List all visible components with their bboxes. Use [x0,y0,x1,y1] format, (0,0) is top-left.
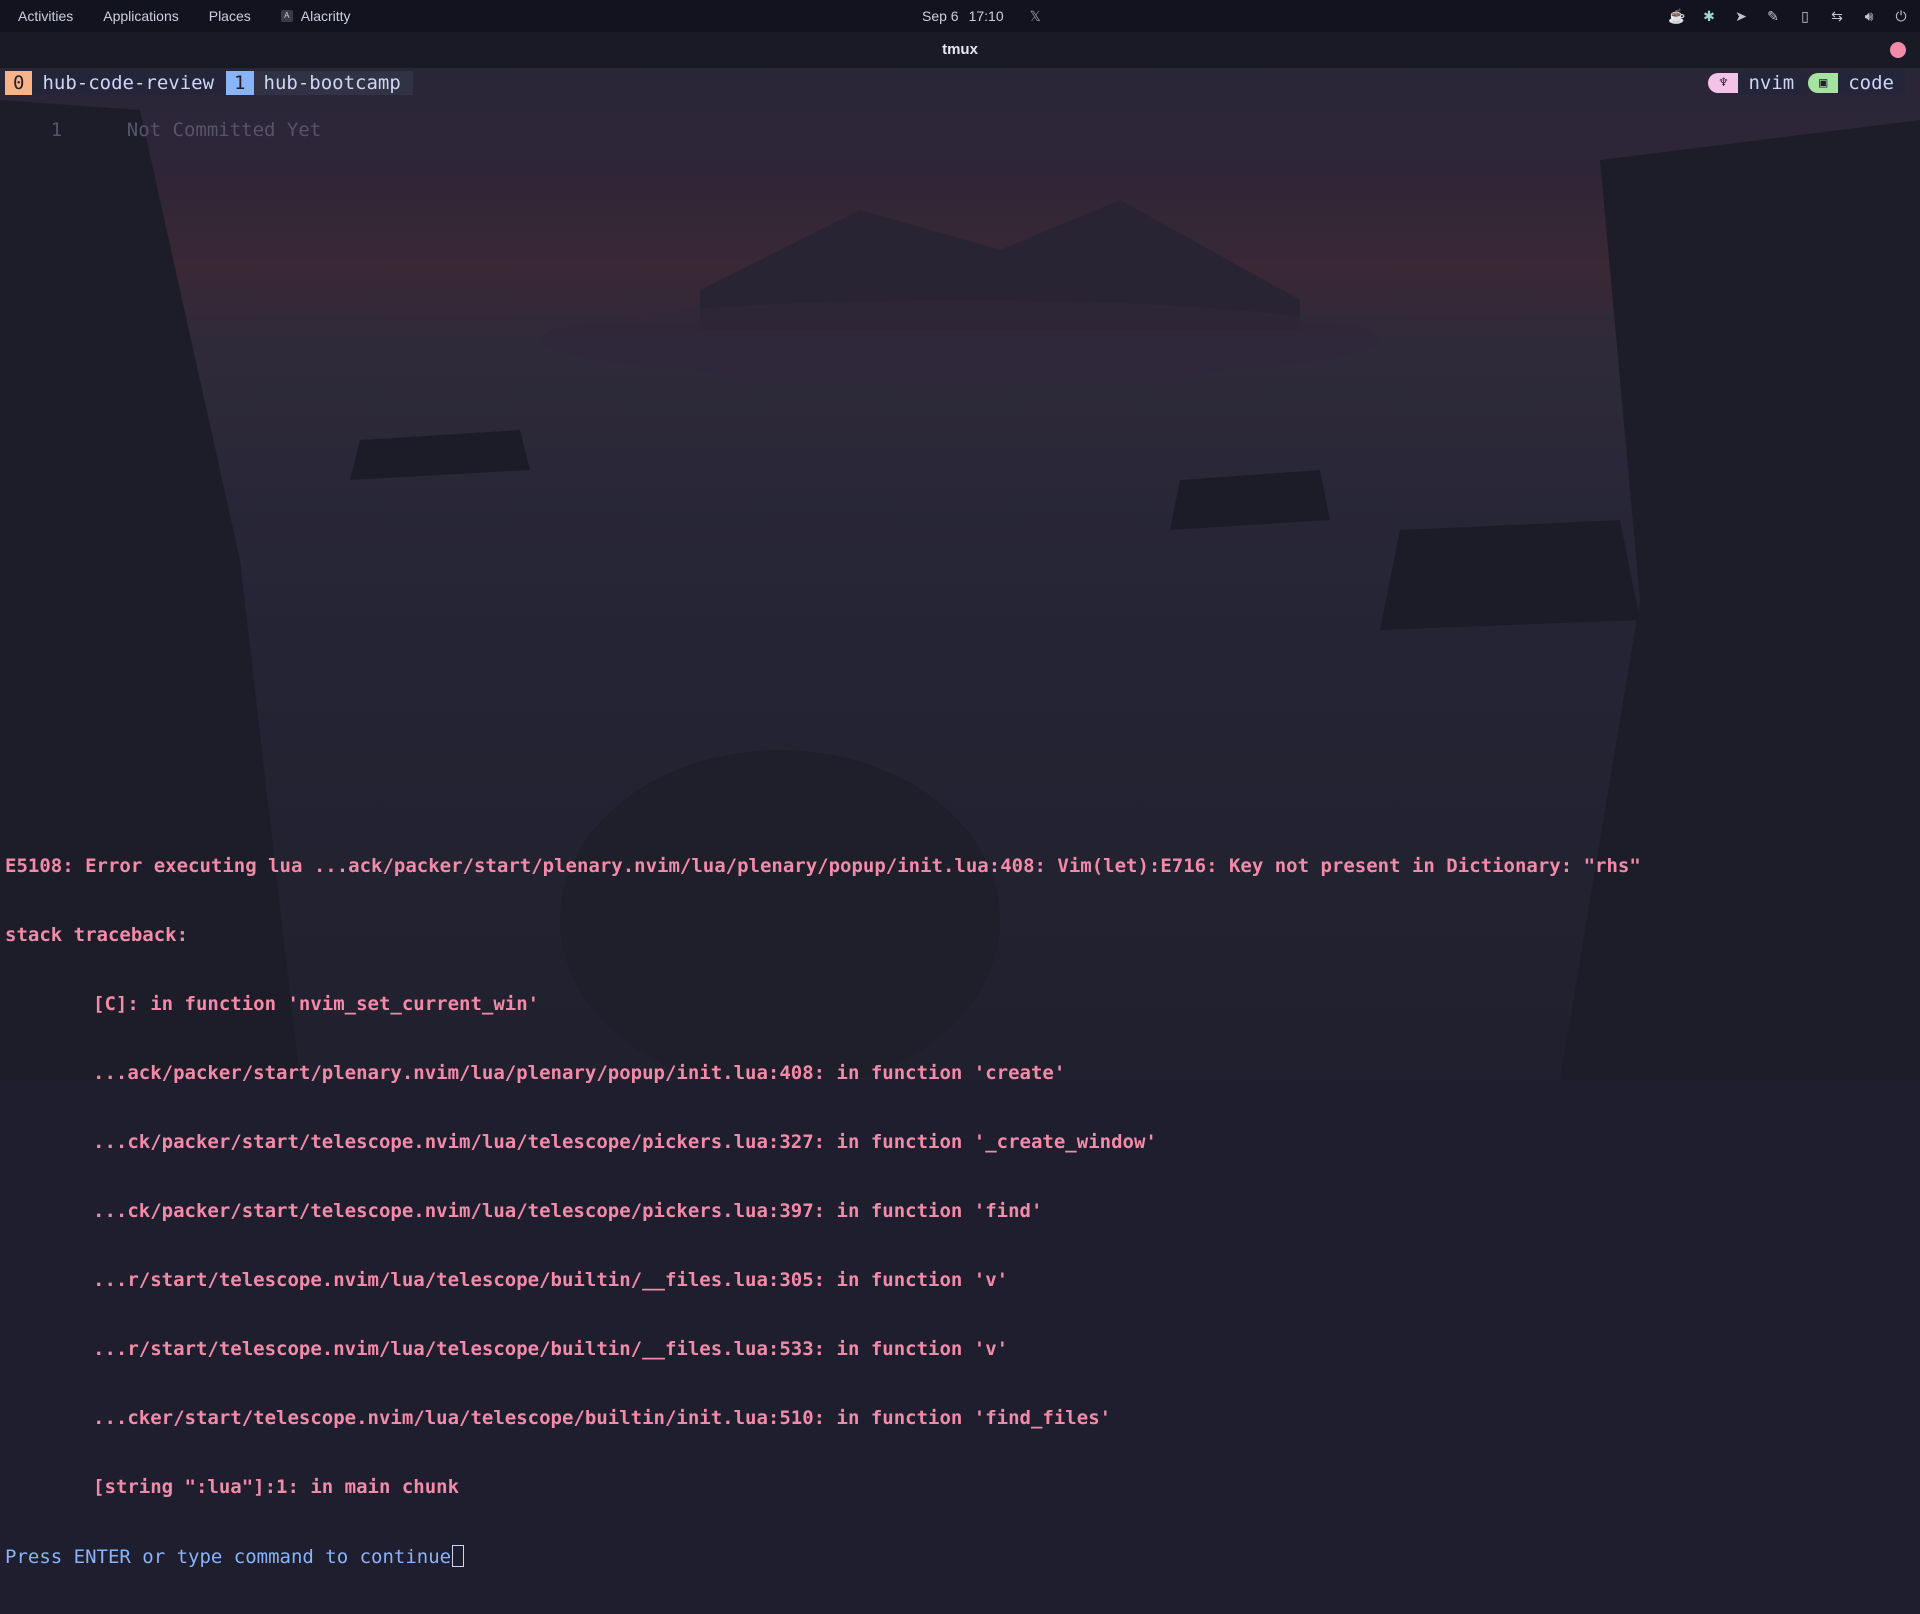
clock-time: 17:10 [968,8,1004,24]
tmux-status-code: code [1838,71,1906,95]
traceback-line: ...ck/packer/start/telescope.nvim/lua/te… [93,1131,1157,1153]
traceback-line: ...cker/start/telescope.nvim/lua/telesco… [93,1407,1112,1429]
terminal-icon: ▣ [1808,73,1839,93]
record-dot-icon[interactable] [1890,42,1906,58]
activities-button[interactable]: Activities [18,8,73,24]
tmux-window-name-0[interactable]: hub-code-review [32,71,227,95]
line-number: 1 [50,119,63,141]
slack-icon[interactable]: ✱ [1700,8,1718,25]
continue-prompt[interactable]: Press ENTER or type command to continue [5,1545,1641,1568]
window-title-bar[interactable]: tmux [0,32,1920,68]
text-cursor [452,1545,465,1567]
traceback-line: [C]: in function 'nvim_set_current_win' [93,993,540,1015]
places-menu[interactable]: Places [209,8,251,24]
x-logo-icon: 𝕏 [1029,7,1041,24]
applications-menu[interactable]: Applications [103,8,179,24]
app-name: Alacritty [300,8,351,24]
tmux-status-nvim: nvim [1738,71,1807,95]
traceback-line: ...ck/packer/start/telescope.nvim/lua/te… [93,1200,1043,1222]
git-blame-text: Not Committed Yet [126,119,322,141]
tmux-window-name-1[interactable]: hub-bootcamp [253,71,413,95]
editor-first-line: 1 Not Committed Yet [5,96,321,165]
nvim-editor[interactable]: 1 Not Committed Yet E5108: Error executin… [0,96,1920,1568]
app-indicator[interactable]: A Alacritty [280,8,351,24]
volume-icon[interactable]: 🔊︎ [1860,8,1878,25]
clock-date: Sep 6 [922,8,959,24]
pen-icon[interactable]: ✎ [1764,8,1782,25]
system-top-bar: Activities Applications Places A Alacrit… [0,0,1920,32]
clock[interactable]: Sep 6 17:10 𝕏 [922,0,1041,32]
tmux-window-index-1[interactable]: 1 [226,71,254,95]
error-message: E5108: Error executing lua ...ack/packer… [5,809,1641,1614]
traceback-line: ...r/start/telescope.nvim/lua/telescope/… [93,1338,1009,1360]
traceback-line: ...ack/packer/start/plenary.nvim/lua/ple… [93,1062,1066,1084]
network-icon[interactable]: ⇆ [1828,8,1846,25]
traceback-line: [string ":lua"]:1: in main chunk [93,1476,460,1498]
tmux-status-line: 0 hub-code-review 1 hub-bootcamp ♆ nvim … [0,70,1920,96]
window-title: tmux [942,41,978,58]
telegram-icon[interactable]: ➤ [1732,8,1750,25]
alacritty-icon: A [280,10,293,22]
continue-prompt-text: Press ENTER or type command to continue [5,1546,452,1568]
vim-icon: ♆ [1708,73,1739,93]
error-line: stack traceback: [5,924,189,946]
power-icon[interactable]: ⏻ [1892,8,1910,25]
coffee-icon[interactable]: ☕ [1668,8,1686,25]
traceback-line: ...r/start/telescope.nvim/lua/telescope/… [93,1269,1009,1291]
tmux-window-index-0[interactable]: 0 [5,71,33,95]
clipboard-icon[interactable]: ▯ [1796,8,1814,25]
error-line: E5108: Error executing lua ...ack/packer… [5,855,1641,877]
